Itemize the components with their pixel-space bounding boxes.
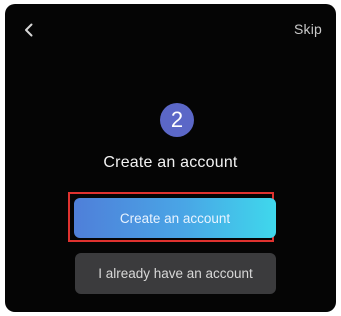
back-button[interactable] bbox=[19, 19, 37, 41]
create-account-button[interactable]: Create an account bbox=[74, 198, 276, 238]
existing-account-button[interactable]: I already have an account bbox=[75, 253, 276, 294]
chevron-left-icon bbox=[24, 23, 32, 37]
step-number-badge: 2 bbox=[160, 103, 194, 137]
skip-button[interactable]: Skip bbox=[294, 21, 322, 37]
onboarding-screen: Skip 2 Create an account Create an accou… bbox=[5, 4, 336, 312]
step-title: Create an account bbox=[103, 154, 238, 171]
